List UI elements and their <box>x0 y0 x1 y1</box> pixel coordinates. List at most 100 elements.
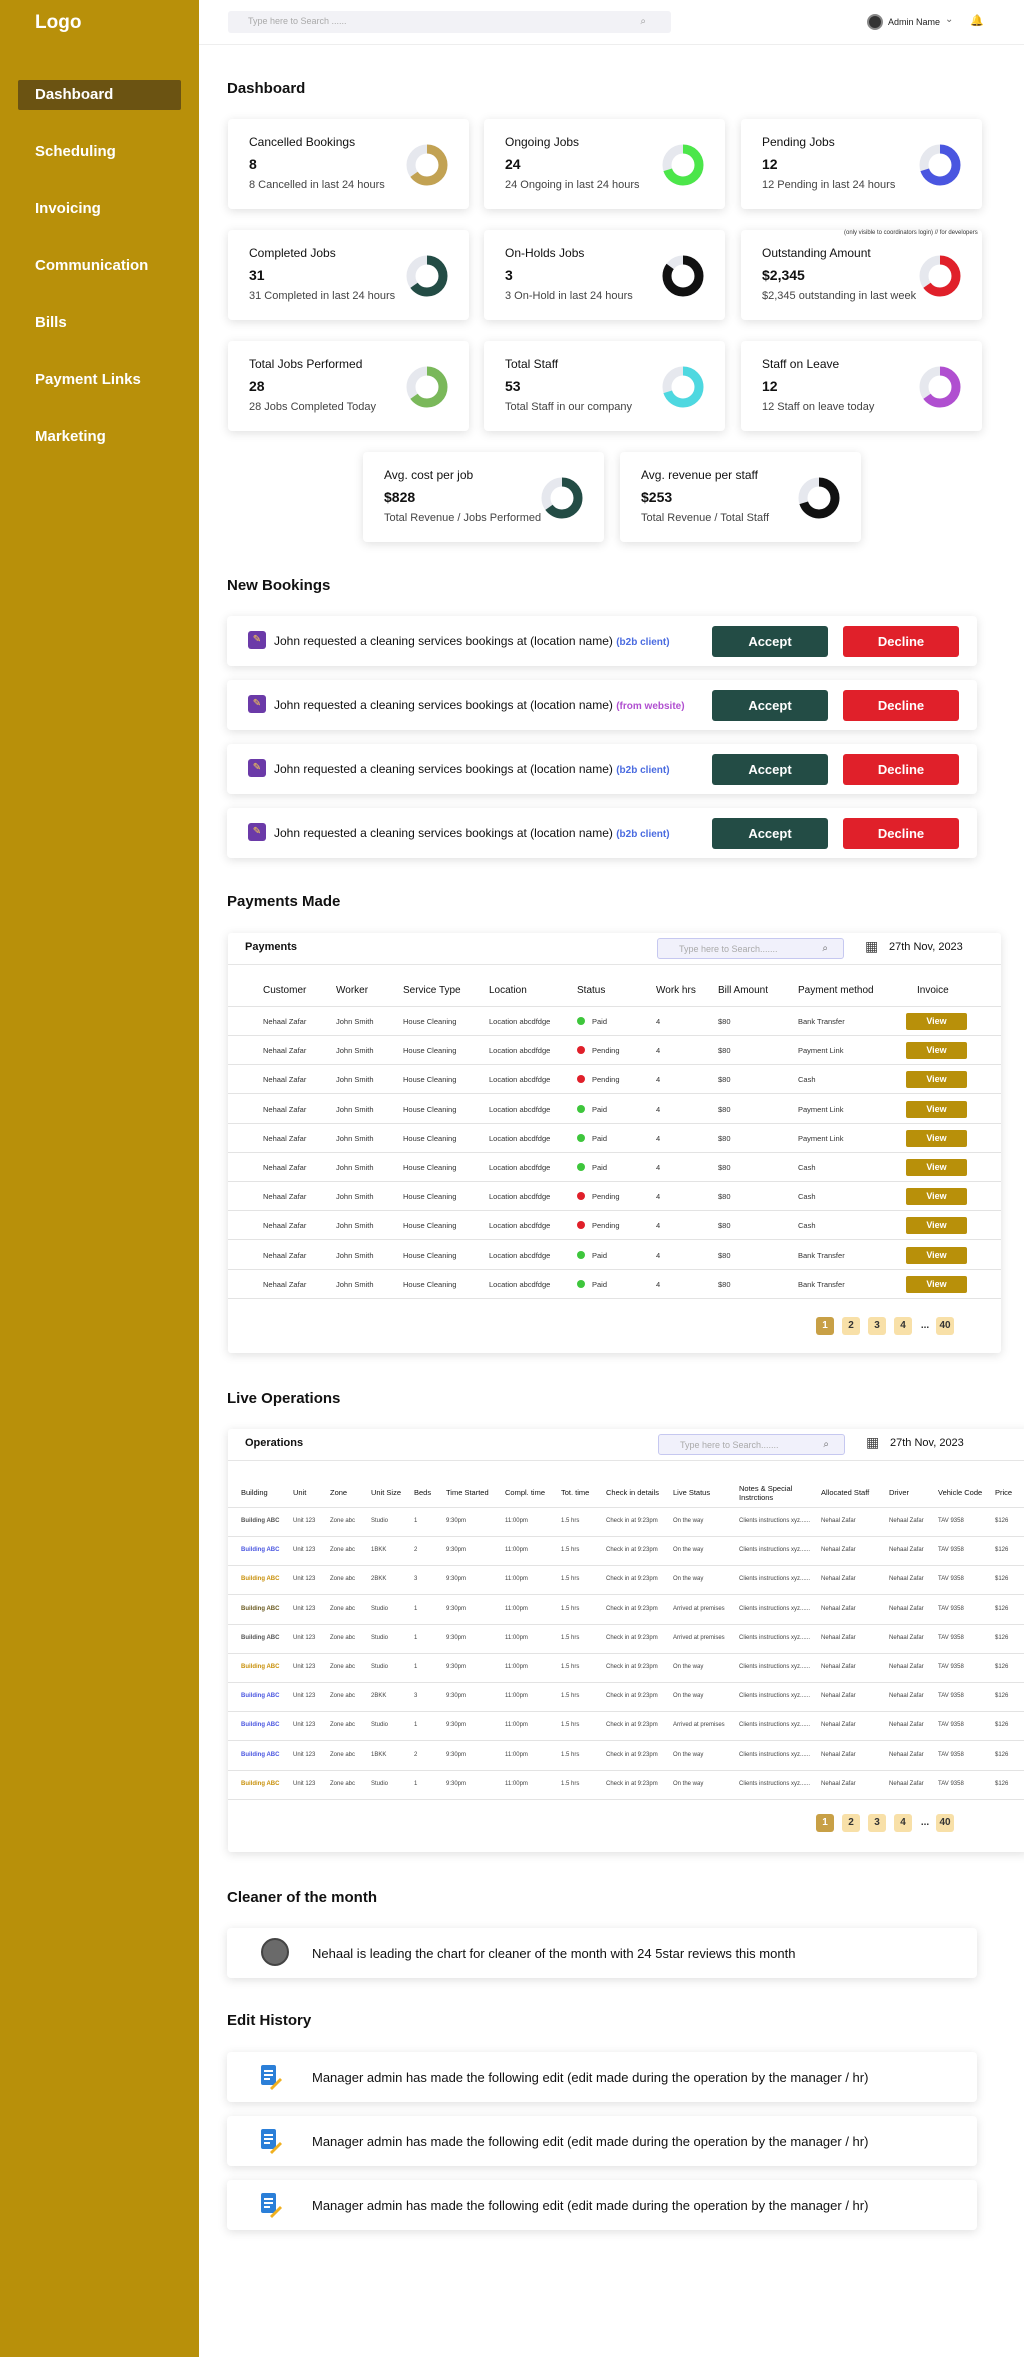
page-button[interactable]: 3 <box>868 1317 886 1335</box>
stat-card[interactable]: Outstanding Amount $2,345 $2,345 outstandi… <box>741 230 982 320</box>
sidebar-item-invoicing[interactable]: Invoicing <box>18 194 181 224</box>
sidebar-item-communication[interactable]: Communication <box>18 251 181 281</box>
table-cell: John Smith <box>336 1163 374 1172</box>
building-cell[interactable]: Building ABC <box>241 1693 279 1699</box>
column-header[interactable]: Time Started <box>446 1488 489 1497</box>
decline-button[interactable]: Decline <box>843 754 959 785</box>
bell-icon[interactable]: 🔔 <box>970 14 984 27</box>
view-invoice-button[interactable]: View <box>906 1129 967 1147</box>
accept-button[interactable]: Accept <box>712 818 828 849</box>
stat-card[interactable]: Total Jobs Performed 28 28 Jobs Completed … <box>228 341 469 431</box>
page-button[interactable]: 4 <box>894 1814 912 1832</box>
view-invoice-button[interactable]: View <box>906 1042 967 1060</box>
page-button[interactable]: 1 <box>816 1317 834 1335</box>
building-cell[interactable]: Building ABC <box>241 1576 279 1582</box>
table-cell: Location abcdfdge <box>489 1221 551 1231</box>
edit-history-item[interactable]: Manager admin has made the following edi… <box>227 2116 977 2166</box>
building-cell[interactable]: Building ABC <box>241 1752 279 1758</box>
column-header[interactable]: Work hrs <box>656 985 696 996</box>
stat-card-subtitle: 28 Jobs Completed Today <box>249 401 376 413</box>
stat-card[interactable]: On-Holds Jobs 3 3 On-Hold in last 24 hours <box>484 230 725 320</box>
column-header[interactable]: Payment method <box>798 985 874 996</box>
building-cell[interactable]: Building ABC <box>241 1635 279 1641</box>
column-header[interactable]: Bill Amount <box>718 985 768 996</box>
column-header[interactable]: Compl. time <box>505 1488 545 1497</box>
stat-card[interactable]: Completed Jobs 31 31 Completed in last 24 … <box>228 230 469 320</box>
sidebar-item-payment-links[interactable]: Payment Links <box>18 365 181 395</box>
column-header[interactable]: Customer <box>263 985 306 996</box>
page-button[interactable]: 4 <box>894 1317 912 1335</box>
chevron-down-icon[interactable]: ⌄ <box>945 14 953 25</box>
sidebar-item-bills[interactable]: Bills <box>18 308 181 338</box>
building-cell[interactable]: Building ABC <box>241 1606 279 1612</box>
status-text: Paid <box>592 1104 608 1114</box>
page-button[interactable]: 2 <box>842 1814 860 1832</box>
building-cell[interactable]: Building ABC <box>241 1664 279 1670</box>
sidebar-item-dashboard[interactable]: Dashboard <box>18 80 181 110</box>
column-header[interactable]: Location <box>489 985 527 996</box>
column-header[interactable]: Check in details <box>606 1488 659 1497</box>
view-invoice-button[interactable]: View <box>906 1275 967 1293</box>
sidebar-item-scheduling[interactable]: Scheduling <box>18 137 181 167</box>
stat-card[interactable]: Avg. revenue per staff $253 Total Revenue … <box>620 452 861 542</box>
column-header[interactable]: Worker <box>336 985 368 996</box>
table-cell: House Cleaning <box>403 1163 457 1172</box>
building-cell[interactable]: Building ABC <box>241 1547 279 1553</box>
page-button[interactable]: 40 <box>936 1317 954 1335</box>
logo[interactable]: Logo <box>35 12 81 34</box>
building-cell[interactable]: Building ABC <box>241 1781 279 1787</box>
view-invoice-button[interactable]: View <box>906 1217 967 1235</box>
decline-button[interactable]: Decline <box>843 818 959 849</box>
view-invoice-button[interactable]: View <box>906 1159 967 1176</box>
view-invoice-button[interactable]: View <box>906 1071 967 1089</box>
accept-button[interactable]: Accept <box>712 626 828 657</box>
sidebar-item-marketing[interactable]: Marketing <box>18 422 181 452</box>
column-header[interactable]: Beds <box>414 1488 431 1497</box>
accept-button[interactable]: Accept <box>712 690 828 721</box>
page-button[interactable]: 1 <box>816 1814 834 1832</box>
column-header[interactable]: Unit <box>293 1488 306 1497</box>
stat-card[interactable]: Total Staff 53 Total Staff in our company <box>484 341 725 431</box>
table-cell: Check in at 9:23pm <box>606 1751 658 1758</box>
accept-button[interactable]: Accept <box>712 754 828 785</box>
page-button[interactable]: 40 <box>936 1814 954 1832</box>
building-cell[interactable]: Building ABC <box>241 1722 279 1728</box>
column-header[interactable]: Building <box>241 1488 268 1497</box>
column-header[interactable]: Service Type <box>403 985 461 996</box>
edit-history-item[interactable]: Manager admin has made the following edi… <box>227 2052 977 2102</box>
stat-card[interactable]: Cancelled Bookings 8 8 Cancelled in last 2… <box>228 119 469 209</box>
operations-table: Building Unit Zone Unit Size Beds Time Starte… <box>228 1429 1024 1852</box>
view-invoice-button[interactable]: View <box>906 1100 967 1118</box>
table-cell: Unit 123 <box>293 1664 316 1670</box>
column-header[interactable]: Invoice <box>917 985 949 996</box>
view-invoice-button[interactable]: View <box>906 1013 967 1030</box>
column-header[interactable]: Driver <box>889 1488 909 1497</box>
column-header[interactable]: Tot. time <box>561 1488 589 1497</box>
table-cell: Cash <box>798 1163 816 1172</box>
building-cell[interactable]: Building ABC <box>241 1518 279 1524</box>
table-cell: Check in at 9:23pm <box>606 1547 658 1554</box>
column-header[interactable]: Unit Size <box>371 1488 401 1497</box>
decline-button[interactable]: Decline <box>843 626 959 657</box>
column-header[interactable]: Notes & Special Instrctions <box>739 1484 809 1502</box>
stat-card[interactable]: Staff on Leave 12 12 Staff on leave today <box>741 341 982 431</box>
column-header[interactable]: Zone <box>330 1488 347 1497</box>
column-header[interactable]: Live Status <box>673 1488 710 1497</box>
edit-history-item[interactable]: Manager admin has made the following edi… <box>227 2180 977 2230</box>
page-button[interactable]: 2 <box>842 1317 860 1335</box>
table-cell: 9:30pm <box>446 1751 467 1758</box>
search-input[interactable]: Type here to Search ...... ⌕ <box>228 11 671 33</box>
column-header[interactable]: Allocated Staff <box>821 1488 869 1497</box>
stat-card[interactable]: Pending Jobs 12 12 Pending in last 24 hour… <box>741 119 982 209</box>
view-invoice-button[interactable]: View <box>906 1246 967 1264</box>
stat-card-value: 28 <box>249 378 265 394</box>
stat-card[interactable]: Avg. cost per job $828 Total Revenue / Job… <box>363 452 604 542</box>
page-button[interactable]: 3 <box>868 1814 886 1832</box>
stat-card[interactable]: Ongoing Jobs 24 24 Ongoing in last 24 hour… <box>484 119 725 209</box>
column-header[interactable]: Vehicle Code <box>938 1488 982 1497</box>
search-icon[interactable]: ⌕ <box>640 16 646 27</box>
column-header[interactable]: Price <box>995 1488 1012 1497</box>
decline-button[interactable]: Decline <box>843 690 959 721</box>
column-header[interactable]: Status <box>577 985 605 996</box>
view-invoice-button[interactable]: View <box>906 1188 967 1206</box>
